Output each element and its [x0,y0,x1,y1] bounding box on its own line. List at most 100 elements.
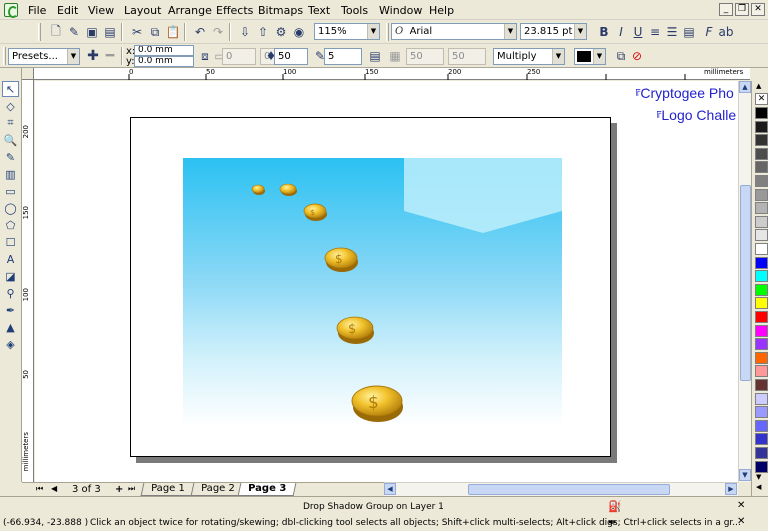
align-icon[interactable]: ≡ [646,23,664,41]
color-swatch[interactable] [755,460,768,473]
toolbar-grip[interactable] [38,23,41,41]
redo-icon[interactable]: ↷ [209,23,227,41]
opacity-input[interactable]: 50 [274,48,308,65]
menu-view[interactable]: View [88,4,114,17]
color-swatch[interactable] [755,379,768,391]
vertical-scroll-thumb[interactable] [740,185,751,381]
palette-expand-icon[interactable]: ◀ [756,483,761,491]
color-swatch[interactable] [755,283,768,296]
y-position-input[interactable]: 0.0 mm [134,56,194,67]
bold-icon[interactable]: B [595,23,613,41]
color-swatch[interactable] [755,365,768,378]
chevron-down-icon[interactable]: ▼ [593,49,605,64]
ruler-origin[interactable] [22,68,34,80]
color-swatch[interactable] [755,270,768,283]
font-size-select[interactable]: 23.815 pt ▼ [520,23,587,40]
chevron-down-icon[interactable]: ▼ [367,24,379,39]
rectangle-tool-icon[interactable]: ▭ [2,183,19,199]
scroll-down-icon[interactable]: ▼ [739,469,751,481]
horizontal-scroll-thumb[interactable] [468,484,670,495]
color-swatch[interactable] [755,406,768,419]
application-launcher-icon[interactable]: ⚙ [272,23,290,41]
smart-fill-icon[interactable]: ▥ [2,166,19,182]
color-swatch[interactable] [755,229,768,242]
scroll-up-icon[interactable]: ▲ [739,81,751,93]
minimize-icon[interactable]: _ [719,3,733,16]
presets-select[interactable]: Presets... ▼ [8,48,80,65]
print-icon[interactable]: ▤ [101,23,119,41]
feather-direction-icon[interactable]: ▤ [366,47,384,65]
bullet-icon[interactable]: ☰ [663,23,681,41]
color-swatch[interactable] [755,324,768,337]
horizontal-scrollbar[interactable]: ◀ ▶ [384,482,738,496]
copy-icon[interactable]: ⧉ [146,23,164,41]
remove-preset-icon[interactable]: ━ [101,47,119,65]
eyedropper-tool-icon[interactable]: ⚲ [2,285,19,301]
drop-cap-icon[interactable]: ▤ [680,23,698,41]
menu-effects[interactable]: Effects [216,4,253,17]
menu-tools[interactable]: Tools [341,4,368,17]
text-tool-icon[interactable]: A [2,251,19,267]
scroll-right-icon[interactable]: ▶ [725,483,737,495]
toolbar-grip[interactable] [386,23,389,41]
basic-shapes-icon[interactable]: ☐ [2,234,19,250]
menu-help[interactable]: Help [429,4,454,17]
crop-tool-icon[interactable]: ⌗ [2,115,19,131]
color-swatch[interactable] [755,243,768,255]
first-page-icon[interactable]: ⏮ [36,484,43,494]
menu-edit[interactable]: Edit [57,4,78,17]
font-name-select[interactable]: O Arial ▼ [391,23,517,40]
underline-icon[interactable]: U [629,23,647,41]
restore-icon[interactable]: ❐ [735,3,749,16]
feather-input[interactable]: 5 [324,48,362,65]
offset-a-input[interactable]: 0 [222,48,256,65]
menu-arrange[interactable]: Arrange [168,4,212,17]
overlay-text-line2[interactable]: ╔Logo Challe [655,107,736,123]
overlay-text-line1[interactable]: ╔Cryptogee Pho [634,85,734,101]
blend-mode-select[interactable]: Multiply ▼ [493,48,565,65]
color-swatch[interactable] [755,175,768,187]
color-swatch[interactable] [755,215,768,228]
tab-page-3[interactable]: Page 3 [237,483,297,496]
italic-icon[interactable]: I [612,23,630,41]
color-swatch[interactable] [755,188,768,201]
x-position-input[interactable]: 0.0 mm [134,45,194,56]
pick-tool-icon[interactable]: ↖ [2,81,19,97]
zoom-select[interactable]: 115% ▼ [314,23,380,40]
feather-edges-icon[interactable]: ▦ [386,47,404,65]
color-swatch[interactable] [755,338,768,351]
palette-scroll-down-icon[interactable]: ▼ [756,473,761,481]
outline-tool-icon[interactable]: ✒ [2,302,19,318]
character-format-icon[interactable]: F [700,23,718,41]
menu-file[interactable]: File [28,4,46,17]
import-icon[interactable]: ⇩ [236,23,254,41]
ellipse-tool-icon[interactable]: ◯ [2,200,19,216]
vertical-scrollbar[interactable]: ▲ ▼ [738,81,751,482]
chevron-down-icon[interactable]: ▼ [552,49,564,64]
color-swatch[interactable] [755,256,768,269]
interactive-tool-icon[interactable]: ◪ [2,268,19,284]
color-swatch[interactable] [755,202,768,215]
clear-shadow-icon[interactable]: ⊘ [628,47,646,65]
color-swatch[interactable] [755,147,768,160]
menu-bitmaps[interactable]: Bitmaps [258,4,303,17]
palette-scroll-up-icon[interactable]: ▲ [756,82,761,90]
menu-text[interactable]: Text [308,4,330,17]
no-fill-swatch[interactable]: ✕ [755,93,768,105]
color-swatch[interactable] [755,351,768,364]
close-icon[interactable]: ✕ [751,3,765,16]
chevron-down-icon[interactable]: ▼ [504,24,516,39]
interactive-fill-icon[interactable]: ◈ [2,336,19,352]
color-swatch[interactable] [755,120,768,133]
add-page-icon[interactable]: + [115,484,123,495]
color-swatch[interactable] [755,161,768,174]
add-preset-icon[interactable]: ✚ [84,47,102,65]
polygon-tool-icon[interactable]: ⬠ [2,217,19,233]
sky-artwork[interactable]: $ $ $ $ [183,158,562,426]
export-icon[interactable]: ⇧ [254,23,272,41]
color-swatch[interactable] [755,433,768,446]
freehand-tool-icon[interactable]: ✎ [2,149,19,165]
corel-online-icon[interactable]: ◉ [290,23,308,41]
horizontal-ruler[interactable]: 0 50 100 150 200 250 millimeters [34,68,750,80]
document-page[interactable]: $ $ $ $ [130,117,611,457]
